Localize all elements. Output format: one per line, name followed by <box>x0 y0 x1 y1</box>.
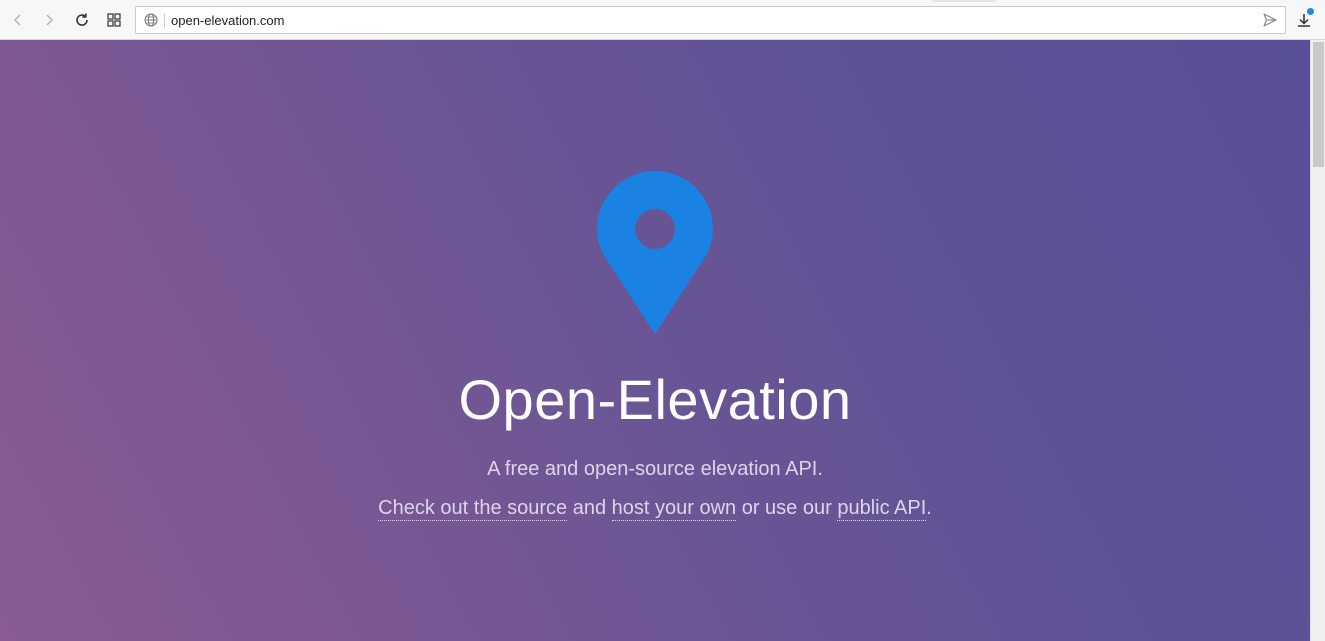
host-your-own-link[interactable]: host your own <box>611 497 737 521</box>
download-button[interactable] <box>1292 8 1316 32</box>
browser-toolbar: open-elevation.com <box>0 0 1325 40</box>
back-button[interactable] <box>6 8 30 32</box>
send-icon[interactable] <box>1262 12 1278 28</box>
reload-icon <box>76 13 88 26</box>
page-subtitle: A free and open-source elevation API. <box>487 458 823 480</box>
tab-indicator <box>932 0 996 2</box>
address-bar[interactable]: open-elevation.com <box>135 6 1286 34</box>
scrollbar-thumb[interactable] <box>1313 42 1324 167</box>
page-viewport: Open-Elevation A free and open-source el… <box>0 40 1310 641</box>
vertical-scrollbar[interactable] <box>1310 40 1325 641</box>
page-title: Open-Elevation <box>458 368 852 431</box>
public-api-link[interactable]: public API <box>837 497 927 521</box>
cta-text-or: or use our <box>736 497 838 519</box>
forward-button[interactable] <box>37 8 61 32</box>
reload-button[interactable] <box>70 8 94 32</box>
cta-text-period: . <box>926 497 932 519</box>
cta-text-and: and <box>567 497 612 519</box>
forward-arrow-icon <box>46 14 54 26</box>
address-separator <box>164 13 165 28</box>
back-arrow-icon <box>13 14 21 26</box>
map-pin-icon <box>597 171 713 334</box>
call-to-action: Check out the source and host your own o… <box>0 495 1310 521</box>
url-text[interactable]: open-elevation.com <box>171 12 284 29</box>
download-badge <box>1307 8 1314 15</box>
grid-icon <box>107 13 121 27</box>
source-link[interactable]: Check out the source <box>378 497 568 521</box>
globe-icon <box>144 13 158 27</box>
tabs-grid-button[interactable] <box>102 8 126 32</box>
